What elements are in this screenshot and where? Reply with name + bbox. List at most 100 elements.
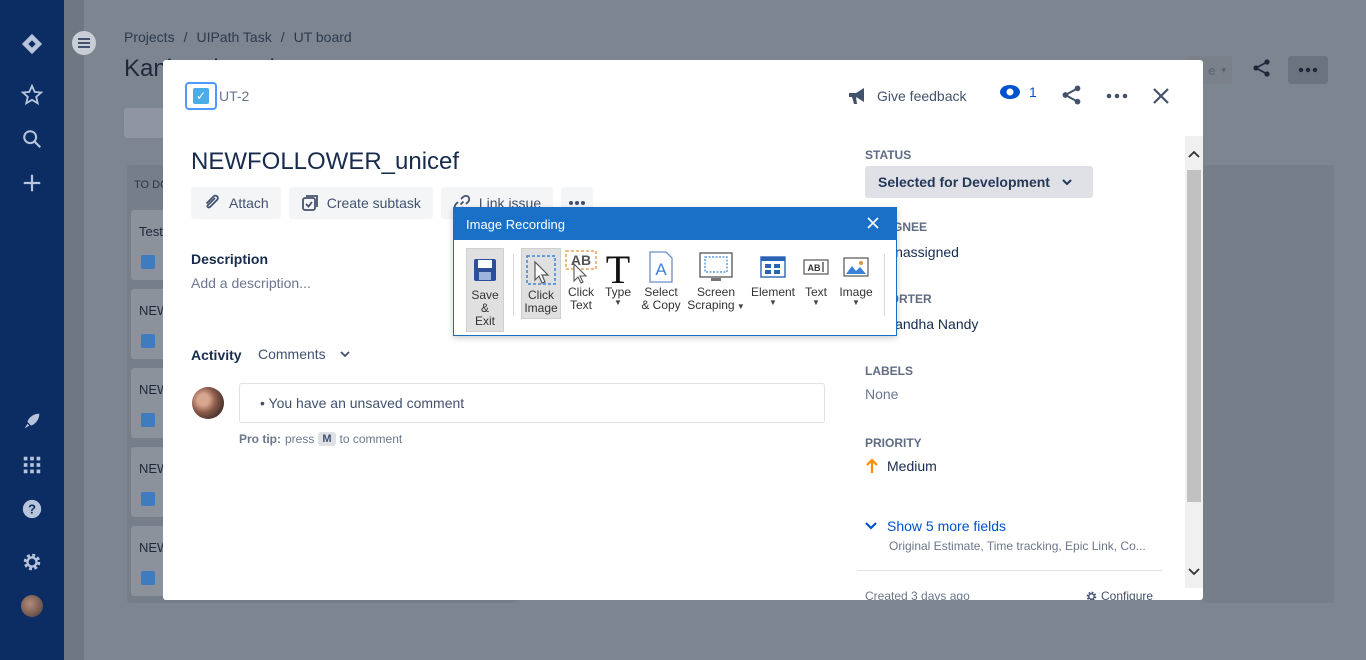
story-icon bbox=[141, 334, 155, 348]
board-share-button[interactable] bbox=[1250, 56, 1274, 80]
configure-label: Configure bbox=[1101, 589, 1154, 600]
give-feedback-label: Give feedback bbox=[877, 88, 967, 104]
create-subtask-button[interactable]: Create subtask bbox=[288, 187, 433, 219]
attach-button[interactable]: Attach bbox=[191, 187, 281, 219]
screen-scraping-button[interactable]: Screen Scraping ▼ bbox=[686, 248, 746, 312]
create-subtask-label: Create subtask bbox=[326, 195, 421, 211]
type-button[interactable]: T Type ▼ bbox=[602, 248, 634, 307]
story-icon bbox=[141, 413, 155, 427]
priority-field[interactable]: Medium bbox=[865, 458, 937, 474]
avatar bbox=[192, 387, 224, 419]
more-actions-button[interactable] bbox=[1105, 84, 1129, 113]
save-exit-label-2: & Exit bbox=[474, 301, 495, 328]
save-exit-button[interactable]: Save & Exit bbox=[466, 248, 504, 332]
dropdown-caret-icon[interactable]: ▼ bbox=[614, 299, 622, 307]
toolbar-separator bbox=[513, 254, 514, 316]
dropdown-caret-icon[interactable]: ▼ bbox=[735, 302, 745, 311]
breadcrumb-project[interactable]: UIPath Task bbox=[196, 29, 271, 45]
click-text-button[interactable]: AB Click Text bbox=[564, 248, 598, 312]
issue-summary[interactable]: NEWFOLLOWER_unicef bbox=[191, 148, 459, 176]
divider bbox=[857, 570, 1162, 571]
give-feedback-button[interactable]: Give feedback bbox=[847, 84, 967, 108]
breadcrumb: Projects / UIPath Task / UT board bbox=[124, 29, 352, 45]
chevron-down-icon bbox=[340, 351, 350, 357]
share-button[interactable] bbox=[1061, 84, 1083, 111]
breadcrumb-separator: / bbox=[280, 29, 285, 45]
story-icon: ✓ bbox=[193, 88, 209, 104]
more-icon bbox=[1106, 93, 1128, 99]
board-search[interactable] bbox=[124, 108, 164, 138]
sidebar-collapse-button[interactable] bbox=[72, 31, 96, 55]
create-icon[interactable] bbox=[20, 171, 44, 195]
subtask-icon bbox=[301, 195, 318, 211]
gear-icon bbox=[1086, 591, 1097, 600]
details-scrollbar[interactable] bbox=[1185, 136, 1203, 588]
jira-logo-icon[interactable] bbox=[20, 32, 44, 56]
more-fields-summary: Original Estimate, Time tracking, Epic L… bbox=[889, 539, 1146, 553]
dropdown-caret-icon[interactable]: ▼ bbox=[769, 299, 777, 307]
pro-tip-press: press bbox=[285, 432, 315, 446]
status-dropdown[interactable]: Selected for Development bbox=[865, 166, 1093, 198]
app-switcher-icon[interactable] bbox=[20, 453, 44, 477]
megaphone-icon bbox=[849, 88, 864, 104]
recorder-titlebar[interactable]: Image Recording bbox=[454, 208, 896, 240]
select-copy-button[interactable]: A Select & Copy bbox=[640, 248, 682, 312]
keyboard-shortcut: M bbox=[318, 432, 336, 446]
watch-button[interactable]: 1 bbox=[999, 84, 1037, 100]
activity-heading: Activity bbox=[191, 347, 242, 363]
user-avatar[interactable] bbox=[21, 595, 43, 617]
breadcrumb-board[interactable]: UT board bbox=[294, 29, 352, 45]
settings-icon[interactable] bbox=[20, 550, 44, 574]
click-image-button[interactable]: Click Image bbox=[521, 248, 561, 319]
toolbar-separator bbox=[884, 254, 885, 316]
configure-button[interactable]: Configure bbox=[1085, 589, 1153, 600]
paperclip-icon bbox=[205, 194, 219, 209]
text-button[interactable]: AB Text ▼ bbox=[802, 248, 830, 307]
search-icon[interactable] bbox=[20, 127, 44, 151]
story-icon bbox=[141, 492, 155, 506]
issue-key[interactable]: ✓ UT-2 bbox=[185, 82, 249, 110]
issue-key-label[interactable]: UT-2 bbox=[219, 88, 249, 104]
dropdown-caret-icon[interactable]: ▼ bbox=[812, 299, 820, 307]
close-modal-button[interactable] bbox=[1149, 84, 1173, 113]
description-field[interactable]: Add a description... bbox=[191, 275, 311, 291]
click-image-label-2: Image bbox=[524, 301, 558, 315]
floppy-disk-icon bbox=[472, 251, 498, 289]
element-button[interactable]: Element ▼ bbox=[750, 248, 796, 307]
chevron-up-icon[interactable] bbox=[1188, 150, 1200, 158]
close-icon[interactable] bbox=[866, 216, 880, 230]
scrollbar-thumb[interactable] bbox=[1187, 170, 1201, 502]
image-icon bbox=[843, 248, 869, 286]
rocket-icon[interactable] bbox=[20, 409, 44, 433]
project-sidebar bbox=[64, 0, 84, 660]
breadcrumb-projects[interactable]: Projects bbox=[124, 29, 175, 45]
board-release-label: e bbox=[1208, 62, 1216, 78]
show-more-fields-button[interactable]: Show 5 more fields bbox=[865, 518, 1006, 534]
screen-scraping-label-2: Scraping bbox=[687, 298, 735, 312]
dropdown-caret-icon[interactable]: ▼ bbox=[852, 299, 860, 307]
share-icon bbox=[1253, 59, 1270, 77]
text-icon: AB bbox=[803, 248, 829, 286]
story-icon bbox=[141, 255, 155, 269]
help-icon[interactable]: ? bbox=[20, 497, 44, 521]
star-icon[interactable] bbox=[20, 83, 44, 107]
activity-filter-select[interactable]: Comments bbox=[258, 346, 350, 362]
global-sidebar: ? bbox=[0, 0, 64, 660]
close-icon bbox=[1153, 88, 1169, 104]
more-icon bbox=[1298, 67, 1318, 73]
more-icon bbox=[569, 201, 586, 205]
select-copy-icon: A bbox=[647, 248, 675, 286]
pro-tip: Pro tip: press M to comment bbox=[239, 432, 402, 446]
image-button[interactable]: Image ▼ bbox=[836, 248, 876, 307]
board-more-button[interactable] bbox=[1288, 56, 1328, 84]
recorder-tools: Save & Exit Click Image AB Click Text T … bbox=[454, 240, 896, 336]
chevron-down-icon bbox=[1062, 179, 1072, 185]
issue-type-button[interactable]: ✓ bbox=[185, 82, 217, 110]
select-copy-label-2: & Copy bbox=[641, 298, 681, 312]
labels-field[interactable]: None bbox=[865, 386, 898, 402]
show-more-fields-label: Show 5 more fields bbox=[887, 518, 1007, 534]
chevron-down-icon[interactable] bbox=[1188, 568, 1200, 576]
screen-scraping-icon bbox=[699, 248, 733, 286]
svg-text:?: ? bbox=[28, 502, 36, 517]
comment-input[interactable]: • You have an unsaved comment bbox=[239, 383, 825, 423]
